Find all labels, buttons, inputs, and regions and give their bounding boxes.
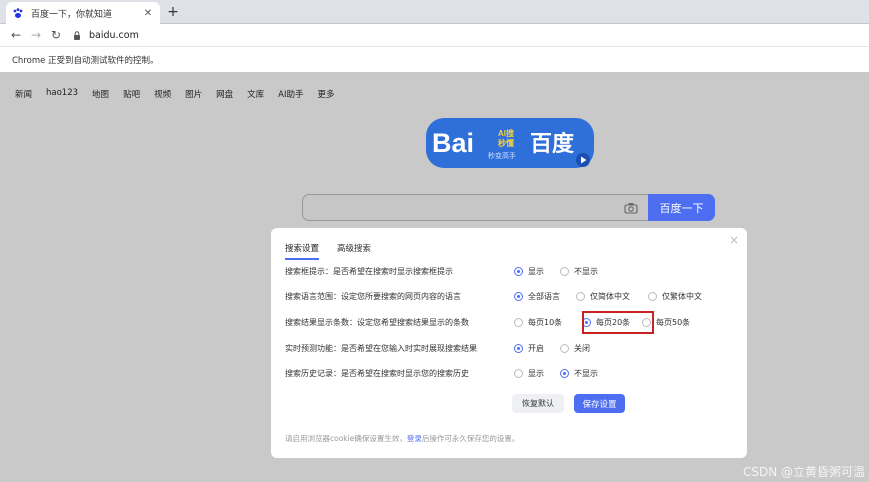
close-icon[interactable]: × [729, 233, 739, 247]
radio-label: 显示 [528, 267, 544, 276]
radio-option[interactable]: 全部语言 [514, 291, 560, 302]
logo-badge-3: 秒变高手 [488, 151, 516, 160]
logo-text-baidu: 百度 [530, 131, 575, 157]
radio-label: 关闭 [574, 344, 590, 353]
close-tab-icon[interactable]: ✕ [142, 8, 154, 19]
tab-search-settings[interactable]: 搜索设置 [285, 242, 320, 260]
new-tab-button[interactable]: + [165, 4, 181, 20]
setting-label: 搜索历史记录：是否希望在搜索时显示您的搜索历史 [285, 369, 469, 378]
tab-strip: 百度一下，你就知道 ✕ + [0, 0, 869, 24]
back-arrow-icon[interactable]: ← [6, 28, 26, 42]
setting-row-autocomplete: 搜索框提示：是否希望在搜索时显示搜索框提示 显示 不显示 [285, 266, 735, 280]
radio-option[interactable]: 不显示 [560, 266, 598, 277]
dialog-tabs: 搜索设置 高级搜索 [285, 242, 389, 260]
setting-row-realtime: 实时预测功能：是否希望在您输入时实时展现搜索结果 开启 关闭 [285, 343, 735, 357]
top-nav-link[interactable]: 更多 [317, 88, 334, 100]
forward-arrow-icon[interactable]: → [26, 28, 46, 42]
automation-infobar: Chrome 正受到自动测试软件的控制。 [0, 46, 869, 73]
setting-label: 搜索语言范围：设定您所要搜索的网页内容的语言 [285, 292, 461, 301]
camera-icon[interactable] [624, 202, 638, 214]
radio-selected[interactable] [514, 267, 523, 276]
radio-selected[interactable] [514, 292, 523, 301]
top-nav-link[interactable]: 新闻 [15, 88, 32, 100]
search-settings-dialog: × 搜索设置 高级搜索 搜索框提示：是否希望在搜索时显示搜索框提示 显示 不显示 搜索… [271, 228, 747, 458]
radio-label: 显示 [528, 369, 544, 378]
search-input[interactable] [302, 194, 648, 221]
setting-row-language: 搜索语言范围：设定您所要搜索的网页内容的语言 全部语言 仅简体中文 仅繁体中文 [285, 291, 735, 305]
setting-row-results-count: 搜索结果显示条数：设定您希望搜索结果显示的条数 每页10条 每页20条 每页50条 [285, 311, 735, 334]
radio-unselected[interactable] [560, 267, 569, 276]
browser-toolbar: ← → ↻ baidu.com [0, 24, 869, 46]
baidu-paw-icon [13, 8, 23, 18]
lock-icon [74, 30, 80, 40]
reload-icon[interactable]: ↻ [46, 28, 66, 42]
top-nav-link[interactable]: 视频 [154, 88, 171, 100]
radio-selected[interactable] [560, 369, 569, 378]
radio-label: 开启 [528, 344, 544, 353]
setting-label: 实时预测功能：是否希望在您输入时实时展现搜索结果 [285, 344, 477, 353]
top-nav-link[interactable]: 图片 [185, 88, 202, 100]
radio-option[interactable]: 开启 [514, 343, 544, 354]
save-settings-button[interactable]: 保存设置 [574, 394, 625, 413]
radio-option[interactable]: 关闭 [560, 343, 590, 354]
radio-unselected[interactable] [576, 292, 585, 301]
top-nav-link[interactable]: 地图 [92, 88, 109, 100]
radio-option[interactable]: 显示 [514, 266, 544, 277]
url-text: baidu.com [89, 29, 139, 41]
radio-label: 全部语言 [528, 292, 560, 301]
radio-option[interactable]: 仅简体中文 [576, 291, 630, 302]
radio-option[interactable]: 不显示 [560, 368, 598, 379]
login-link[interactable]: 登录 [407, 434, 422, 443]
radio-label: 仅简体中文 [590, 292, 630, 301]
radio-selected[interactable] [514, 344, 523, 353]
search-button[interactable]: 百度一下 [648, 194, 715, 221]
address-bar[interactable]: baidu.com [69, 27, 865, 43]
top-nav: 新闻 hao123 地图 贴吧 视频 图片 网盘 文库 AI助手 更多 [15, 88, 348, 100]
top-nav-link[interactable]: 贴吧 [123, 88, 140, 100]
radio-option[interactable]: 显示 [514, 368, 544, 379]
cookie-footnote: 请启用浏览器cookie确保设置生效，登录后操作可永久保存您的设置。 [285, 433, 519, 444]
tab-advanced-search[interactable]: 高级搜索 [337, 242, 371, 260]
radio-unselected[interactable] [560, 344, 569, 353]
restore-default-button[interactable]: 恢复默认 [512, 394, 564, 413]
watermark: CSDN @立黄昏粥可温 [742, 465, 865, 479]
browser-tab[interactable]: 百度一下，你就知道 ✕ [6, 2, 160, 24]
footnote-text-post: 后操作可永久保存您的设置。 [421, 434, 520, 443]
radio-label: 每页10条 [528, 318, 563, 327]
radio-unselected[interactable] [514, 369, 523, 378]
top-nav-link[interactable]: AI助手 [278, 88, 303, 100]
top-nav-link[interactable]: 文库 [247, 88, 264, 100]
radio-option[interactable]: 每页10条 [514, 317, 562, 328]
radio-label: 每页50条 [656, 318, 691, 327]
setting-label: 搜索结果显示条数：设定您希望搜索结果显示的条数 [285, 318, 469, 327]
highlight-box [582, 311, 654, 334]
radio-option[interactable]: 仅繁体中文 [648, 291, 702, 302]
radio-unselected[interactable] [648, 292, 657, 301]
logo-text-bai: Bai [432, 128, 474, 158]
tab-title: 百度一下，你就知道 [31, 9, 113, 20]
radio-label: 不显示 [574, 267, 598, 276]
setting-label: 搜索框提示：是否希望在搜索时显示搜索框提示 [285, 267, 453, 276]
radio-label: 不显示 [574, 369, 598, 378]
radio-unselected[interactable] [514, 318, 523, 327]
top-nav-link[interactable]: 网盘 [216, 88, 233, 100]
search-bar: 百度一下 [302, 194, 715, 221]
top-nav-link[interactable]: hao123 [46, 88, 78, 100]
logo-badge-1: AI搜 [498, 128, 515, 138]
radio-label: 仅繁体中文 [662, 292, 702, 301]
logo-badge-2: 秒懂 [498, 138, 514, 148]
baidu-page: 新闻 hao123 地图 贴吧 视频 图片 网盘 文库 AI助手 更多 Bai AI搜 秒懂 秒变… [0, 74, 869, 482]
baidu-logo: Bai AI搜 秒懂 秒变高手 百度 [426, 118, 594, 168]
setting-row-history: 搜索历史记录：是否希望在搜索时显示您的搜索历史 显示 不显示 [285, 368, 735, 382]
footnote-text-pre: 请启用浏览器cookie确保设置生效， [285, 434, 407, 443]
